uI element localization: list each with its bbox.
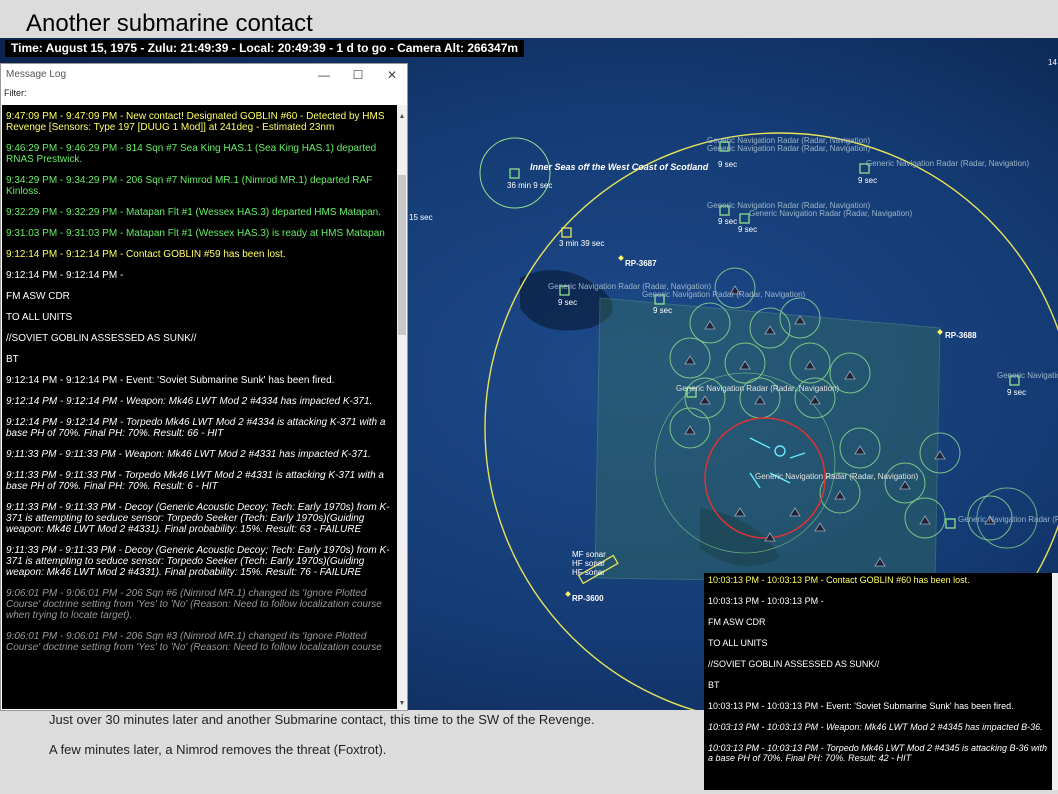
- log-entry: 9:11:33 PM - 9:11:33 PM - Torpedo Mk46 L…: [6, 470, 384, 492]
- inset-scrollbar[interactable]: [1052, 573, 1058, 790]
- timer-9sec-c: 9 sec: [718, 217, 737, 226]
- close-icon[interactable]: ✕: [377, 64, 407, 86]
- timer-3min: 3 min 39 sec: [559, 239, 604, 248]
- log-entry: 9:47:09 PM - 9:47:09 PM - New contact! D…: [6, 111, 385, 133]
- timer-36min: 36 min 9 sec: [507, 181, 552, 190]
- sonar-labels: MF sonar HF sonar HF sonar: [572, 550, 606, 577]
- timer-14: 14: [1048, 58, 1057, 67]
- message-log-title: Message Log: [6, 69, 67, 80]
- slide-title: Another submarine contact: [26, 10, 313, 37]
- log-entry: 9:34:29 PM - 9:34:29 PM - 206 Sqn #7 Nim…: [6, 175, 373, 197]
- log-entry: 9:11:33 PM - 9:11:33 PM - Decoy (Generic…: [6, 545, 390, 578]
- log-entry: 9:12:14 PM - 9:12:14 PM -: [6, 270, 124, 281]
- sonar-label-1: MF sonar: [572, 550, 606, 559]
- caption-1: Just over 30 minutes later and another S…: [49, 712, 595, 727]
- radar-label-7: Generic Navigation Radar (Radar, Navigat…: [642, 290, 806, 299]
- log-entry: 10:03:13 PM - 10:03:13 PM - Weapon: Mk46…: [708, 722, 1043, 732]
- log-entry: 9:06:01 PM - 9:06:01 PM - 206 Sqn #6 (Ni…: [6, 588, 382, 621]
- log-entry: 9:12:14 PM - 9:12:14 PM - Torpedo Mk46 L…: [6, 417, 386, 439]
- radar-label-3: Generic Navigation Radar (Radar, Navigat…: [866, 159, 1030, 168]
- log-entry: 9:12:14 PM - 9:12:14 PM - Weapon: Mk46 L…: [6, 396, 373, 407]
- timer-15sec: 15 sec: [409, 213, 433, 222]
- region-label: Inner Seas off the West Coast of Scotlan…: [530, 162, 709, 172]
- timer-9sec-f: 9 sec: [653, 306, 672, 315]
- caption-2: A few minutes later, a Nimrod removes th…: [49, 742, 387, 757]
- timer-9sec-g: 9 sec: [1007, 388, 1026, 397]
- sonar-label-2: HF sonar: [572, 559, 605, 568]
- log-entry: 9:31:03 PM - 9:31:03 PM - Matapan Flt #1…: [6, 228, 385, 239]
- radar-label-11: Generic Navigation Radar (Radar, Navigat…: [958, 515, 1058, 524]
- rp-3688-label: RP-3688: [945, 331, 977, 340]
- log-entry: TO ALL UNITS: [708, 638, 768, 648]
- minimize-icon[interactable]: —: [309, 64, 339, 86]
- timer-9sec-d: 9 sec: [738, 225, 757, 234]
- timer-9sec-a: 9 sec: [718, 160, 737, 169]
- time-status-bar: Time: August 15, 1975 - Zulu: 21:49:39 -…: [5, 40, 525, 57]
- scroll-thumb[interactable]: [398, 175, 406, 335]
- log-entry: TO ALL UNITS: [6, 312, 73, 323]
- rp-3600-label: RP-3600: [572, 594, 604, 603]
- log-entry: FM ASW CDR: [6, 291, 70, 302]
- log-entry: 9:32:29 PM - 9:32:29 PM - Matapan Flt #1…: [6, 207, 381, 218]
- log-entry: 9:12:14 PM - 9:12:14 PM - Contact GOBLIN…: [6, 249, 286, 260]
- log-entry: 9:11:33 PM - 9:11:33 PM - Decoy (Generic…: [6, 502, 390, 535]
- timer-9sec-e: 9 sec: [558, 298, 577, 307]
- log-entry: 10:03:13 PM - 10:03:13 PM -: [708, 596, 824, 606]
- log-entry: 9:11:33 PM - 9:11:33 PM - Weapon: Mk46 L…: [6, 449, 371, 460]
- radar-label-2: Generic Navigation Radar (Radar, Navigat…: [707, 144, 871, 153]
- message-log-scrollbar[interactable]: ▲ ▼: [397, 105, 407, 709]
- timer-9sec-b: 9 sec: [858, 176, 877, 185]
- sonar-label-3: HF sonar: [572, 568, 605, 577]
- log-entry: //SOVIET GOBLIN ASSESSED AS SUNK//: [6, 333, 197, 344]
- radar-label-5: Generic Navigation Radar (Radar, Navigat…: [749, 209, 913, 218]
- scroll-up-icon[interactable]: ▲: [397, 113, 407, 120]
- log-entry: BT: [708, 680, 720, 690]
- log-entry: //SOVIET GOBLIN ASSESSED AS SUNK//: [708, 659, 880, 669]
- radar-label-9: Generic Navigation Radar (Radar, Navigat…: [755, 472, 919, 481]
- log-entry: 10:03:13 PM - 10:03:13 PM - Torpedo Mk46…: [708, 743, 1048, 763]
- log-entry: 10:03:13 PM - 10:03:13 PM - Event: 'Sovi…: [708, 701, 1014, 711]
- message-log-titlebar[interactable]: Message Log — ☐ ✕: [1, 64, 407, 86]
- filter-label: Filter:: [4, 88, 27, 98]
- inset-message-log[interactable]: 10:03:13 PM - 10:03:13 PM - Contact GOBL…: [704, 573, 1056, 790]
- log-entry: 9:46:29 PM - 9:46:29 PM - 814 Sqn #7 Sea…: [6, 143, 377, 165]
- log-entry: FM ASW CDR: [708, 617, 766, 627]
- log-entry: 9:06:01 PM - 9:06:01 PM - 206 Sqn #3 (Ni…: [6, 631, 382, 653]
- radar-label-10: Generic Navigation Radar (Radar, Navigat…: [997, 371, 1058, 380]
- log-entry: 10:03:13 PM - 10:03:13 PM - Contact GOBL…: [708, 575, 970, 585]
- maximize-icon[interactable]: ☐: [343, 64, 373, 86]
- rp-3687-label: RP-3687: [625, 259, 657, 268]
- message-log-window[interactable]: Message Log — ☐ ✕ Filter: 9:47:09 PM - 9…: [0, 63, 408, 711]
- log-entry: 9:12:14 PM - 9:12:14 PM - Event: 'Soviet…: [6, 375, 335, 386]
- log-entry: BT: [6, 354, 19, 365]
- message-log-list[interactable]: 9:47:09 PM - 9:47:09 PM - New contact! D…: [2, 105, 397, 709]
- scroll-down-icon[interactable]: ▼: [397, 700, 407, 707]
- radar-label-8: Generic Navigation Radar (Radar, Navigat…: [676, 384, 840, 393]
